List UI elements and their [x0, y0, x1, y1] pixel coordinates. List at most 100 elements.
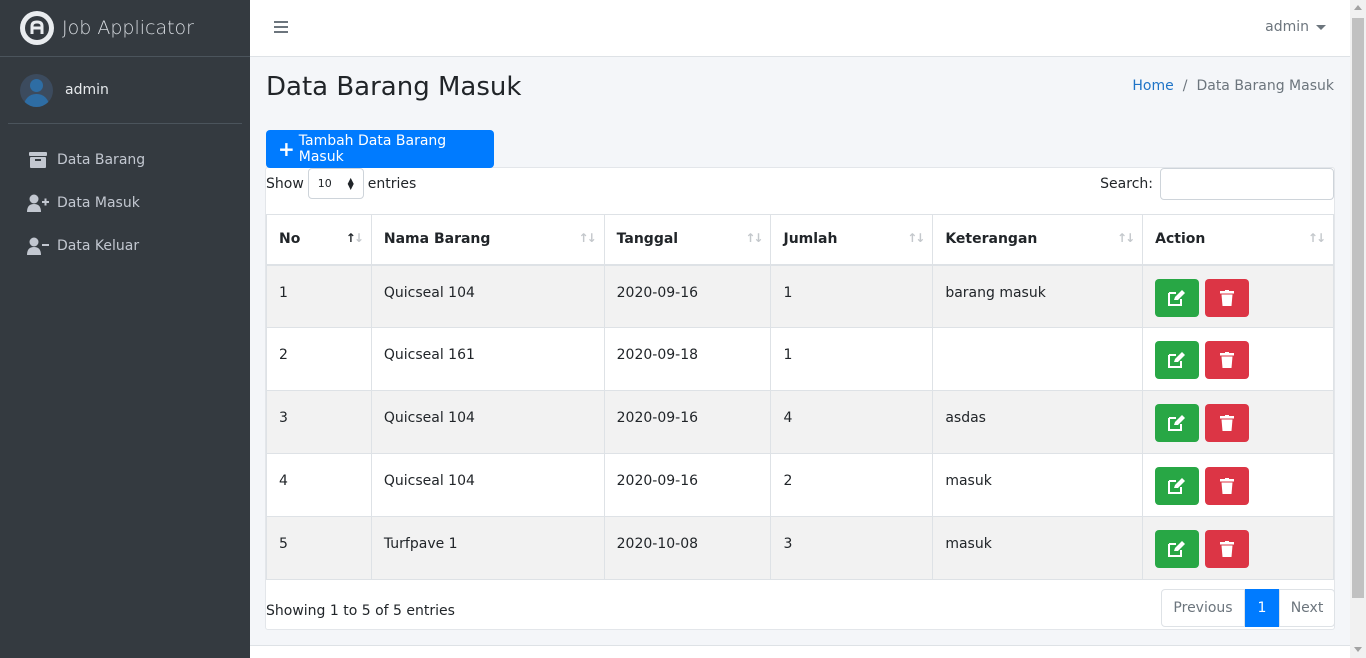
add-data-button[interactable]: + Tambah Data Barang Masuk — [266, 130, 494, 168]
pagination-page-1[interactable]: 1 — [1245, 589, 1279, 627]
trash-icon — [1219, 289, 1234, 306]
sort-icon: ↑↓ — [907, 231, 925, 245]
footer — [250, 645, 1350, 658]
sidebar-item-label: Data Keluar — [57, 237, 140, 254]
delete-button[interactable] — [1204, 404, 1249, 442]
column-header-nama-barang[interactable]: Nama Barang ↑↓ — [370, 214, 605, 266]
column-label: Nama Barang — [383, 231, 491, 248]
brand-name: Job Applicator — [62, 17, 194, 39]
plus-icon: + — [278, 137, 295, 161]
table-header-row: No ↑↓ Nama Barang ↑↓ Tanggal ↑↓ Jumlah ↑↓ Ke… — [266, 214, 1334, 266]
breadcrumb-current: Data Barang Masuk — [1196, 78, 1334, 94]
cell-nama-barang: Quicseal 161 — [370, 327, 605, 391]
edit-button[interactable] — [1155, 278, 1200, 317]
column-header-action[interactable]: Action ↑↓ — [1142, 214, 1334, 266]
scroll-up-icon[interactable] — [1354, 5, 1362, 10]
cell-no: 2 — [266, 327, 372, 391]
page-scrollbar[interactable] — [1350, 0, 1366, 658]
column-header-no[interactable]: No ↑↓ — [266, 214, 372, 266]
cell-tanggal: 2020-09-16 — [603, 264, 771, 328]
brand-link[interactable]: Job Applicator — [0, 0, 250, 57]
cell-keterangan: barang masuk — [932, 264, 1143, 328]
delete-button[interactable] — [1204, 530, 1249, 568]
user-name: admin — [65, 82, 109, 98]
table-search-control: Search: — [1100, 168, 1334, 200]
cell-action — [1142, 516, 1334, 580]
edit-icon — [1168, 415, 1186, 431]
data-table: No ↑↓ Nama Barang ↑↓ Tanggal ↑↓ Jumlah ↑↓ Ke… — [266, 214, 1334, 580]
table-row: 2 Quicseal 161 2020-09-18 1 — [266, 327, 1334, 391]
edit-icon — [1168, 352, 1186, 368]
sidebar-item-data-keluar[interactable]: Data Keluar — [0, 224, 250, 267]
caret-down-icon — [1316, 24, 1326, 30]
scrollbar-thumb[interactable] — [1352, 18, 1364, 598]
cell-jumlah: 1 — [770, 327, 933, 391]
edit-button[interactable] — [1155, 467, 1200, 505]
cell-tanggal: 2020-09-16 — [603, 453, 771, 517]
delete-button[interactable] — [1204, 467, 1249, 505]
cell-tanggal: 2020-09-16 — [603, 390, 771, 454]
table-info: Showing 1 to 5 of 5 entries — [266, 603, 455, 619]
entries-length-select[interactable]: 10 ▲ ▼ — [307, 168, 364, 199]
cell-action — [1142, 390, 1334, 454]
scroll-down-icon[interactable] — [1354, 647, 1362, 652]
breadcrumb: Home / Data Barang Masuk — [1132, 78, 1334, 94]
cell-no: 1 — [266, 264, 372, 328]
column-header-keterangan[interactable]: Keterangan ↑↓ — [932, 214, 1143, 266]
search-input[interactable] — [1160, 168, 1334, 200]
pagination-previous-button[interactable]: Previous — [1161, 589, 1245, 627]
select-arrows-icon: ▲ ▼ — [347, 176, 354, 191]
edit-button[interactable] — [1155, 341, 1200, 379]
sidebar-item-data-barang[interactable]: Data Barang — [0, 138, 250, 181]
cell-jumlah: 2 — [770, 453, 933, 517]
entries-label: entries — [367, 175, 417, 192]
cell-nama-barang: Turfpave 1 — [370, 516, 605, 580]
column-label: Action — [1155, 231, 1206, 248]
column-header-jumlah[interactable]: Jumlah ↑↓ — [770, 214, 933, 266]
column-label: Tanggal — [616, 231, 679, 248]
table-row: 5 Turfpave 1 2020-10-08 3 masuk — [266, 516, 1334, 580]
cell-jumlah: 3 — [770, 516, 933, 580]
pagination-next-button[interactable]: Next — [1279, 589, 1335, 627]
user-minus-icon — [26, 236, 50, 256]
top-navbar: admin — [250, 0, 1350, 57]
show-label: Show — [266, 175, 304, 192]
entries-length-control: Show 10 ▲ ▼ entries — [266, 168, 416, 199]
user-menu-dropdown[interactable]: admin — [1265, 19, 1326, 35]
entries-length-value: 10 — [317, 177, 332, 190]
cell-nama-barang: Quicseal 104 — [370, 390, 605, 454]
edit-icon — [1168, 541, 1186, 557]
brand-logo-icon — [20, 11, 54, 45]
add-data-label: Tambah Data Barang Masuk — [298, 133, 447, 165]
column-label: Jumlah — [783, 231, 838, 248]
sort-asc-icon: ↑↓ — [345, 231, 364, 245]
edit-icon — [1168, 289, 1186, 306]
breadcrumb-home-link[interactable]: Home — [1132, 78, 1173, 94]
cell-no: 3 — [266, 390, 372, 454]
sidebar-item-label: Data Barang — [57, 151, 146, 168]
column-label: No — [279, 231, 301, 248]
cell-action — [1142, 453, 1334, 517]
edit-button[interactable] — [1155, 404, 1200, 442]
page-title: Data Barang Masuk — [266, 72, 522, 102]
sort-icon: ↑↓ — [745, 231, 763, 245]
user-plus-icon — [26, 193, 50, 213]
sidebar-item-label: Data Masuk — [57, 194, 140, 211]
table-row: 1 Quicseal 104 2020-09-16 1 barang masuk — [266, 264, 1334, 328]
sidebar: Job Applicator admin Data Barang Data Ma… — [0, 0, 250, 658]
cell-jumlah: 4 — [770, 390, 933, 454]
edit-button[interactable] — [1155, 530, 1200, 568]
cell-keterangan: asdas — [932, 390, 1143, 454]
delete-button[interactable] — [1204, 341, 1249, 379]
column-header-tanggal[interactable]: Tanggal ↑↓ — [603, 214, 771, 266]
user-panel[interactable]: admin — [8, 57, 242, 124]
delete-button[interactable] — [1204, 278, 1249, 317]
sidebar-item-data-masuk[interactable]: Data Masuk — [0, 181, 250, 224]
sort-icon: ↑↓ — [578, 231, 597, 245]
trash-icon — [1219, 352, 1234, 368]
archive-icon — [26, 150, 50, 170]
cell-action — [1142, 327, 1334, 391]
menu-toggle-icon[interactable] — [274, 21, 288, 35]
sort-icon: ↑↓ — [1117, 231, 1135, 245]
cell-keterangan: masuk — [932, 453, 1143, 517]
